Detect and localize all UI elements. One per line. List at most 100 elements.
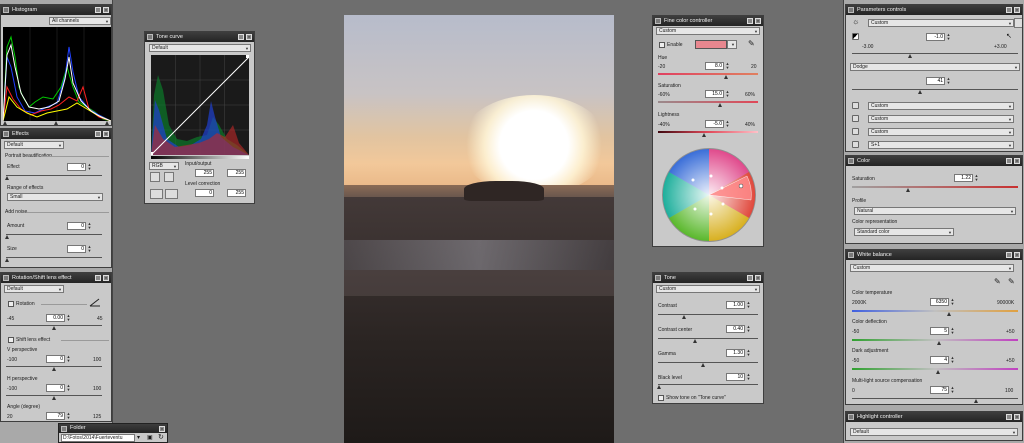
tone-curve-channel-select[interactable]: RGB bbox=[149, 162, 179, 170]
close-icon[interactable]: × bbox=[1014, 414, 1020, 420]
close-icon[interactable]: × bbox=[103, 131, 109, 137]
linear-curve-button[interactable] bbox=[150, 189, 163, 199]
effect-spinner[interactable]: ▲ ▼ bbox=[87, 163, 92, 171]
histogram-titlebar[interactable]: Histogram × bbox=[1, 5, 111, 15]
color-temperature-knob[interactable] bbox=[947, 312, 951, 316]
color-temperature-spinner[interactable]: ▲ ▼ bbox=[950, 298, 955, 306]
rotation-preset-select[interactable]: Default bbox=[4, 285, 64, 293]
exposure-spinner[interactable]: ▲ ▼ bbox=[946, 33, 951, 41]
effects-preset-select[interactable]: Default bbox=[4, 141, 64, 149]
effect-slider-knob[interactable] bbox=[5, 176, 9, 180]
size-input[interactable]: 0 bbox=[67, 245, 86, 253]
color-swatch-dropdown[interactable] bbox=[727, 40, 737, 49]
white-balance-preset-select[interactable]: Custom bbox=[850, 264, 1014, 272]
color-deflection-knob[interactable] bbox=[937, 341, 941, 345]
close-icon[interactable]: × bbox=[1014, 158, 1020, 164]
tone-preset-select[interactable]: Custom bbox=[656, 285, 760, 293]
effect-input[interactable]: 0 bbox=[67, 163, 86, 171]
dark-adjustment-slider[interactable] bbox=[852, 368, 1018, 370]
color-saturation-knob[interactable] bbox=[906, 188, 910, 192]
panel-menu-icon[interactable] bbox=[1006, 414, 1012, 420]
color-temperature-input[interactable]: 6350 bbox=[930, 298, 949, 306]
level-high-field[interactable]: 255 bbox=[227, 189, 246, 197]
color-deflection-input[interactable]: 5 bbox=[930, 327, 949, 335]
gamma-slider[interactable] bbox=[658, 362, 758, 363]
color-temperature-slider[interactable] bbox=[852, 310, 1018, 312]
exposure-slider-knob[interactable] bbox=[908, 54, 912, 58]
color-representation-select[interactable]: Standard color bbox=[854, 228, 954, 236]
dodge-slider-knob[interactable] bbox=[918, 90, 922, 94]
contrast-slider[interactable] bbox=[658, 314, 758, 315]
gamma-input[interactable]: 1.30 bbox=[726, 349, 745, 357]
h-perspective-spinner[interactable]: ▲ ▼ bbox=[66, 384, 71, 392]
white-point-eyedropper-icon[interactable]: ✎ bbox=[1008, 278, 1015, 286]
panel-menu-icon[interactable] bbox=[95, 275, 101, 281]
input-value-field[interactable]: 255 bbox=[195, 169, 214, 177]
gamma-slider-knob[interactable] bbox=[701, 363, 705, 367]
color-deflection-slider[interactable] bbox=[852, 339, 1018, 341]
histogram-slider[interactable] bbox=[1, 121, 111, 125]
lightness-spinner[interactable]: ▲ ▼ bbox=[725, 120, 730, 128]
rotation-titlebar[interactable]: Rotation/Shift lens effect × bbox=[1, 273, 111, 283]
contrast-center-slider[interactable] bbox=[658, 338, 758, 339]
panel-menu-icon[interactable] bbox=[747, 275, 753, 281]
histogram-mid-knob[interactable] bbox=[54, 121, 58, 125]
multi-light-slider[interactable] bbox=[852, 398, 1018, 399]
size-slider[interactable] bbox=[6, 257, 102, 258]
white-balance-titlebar[interactable]: White balance × bbox=[846, 250, 1022, 260]
rotation-checkbox[interactable] bbox=[8, 301, 14, 307]
refresh-icon[interactable]: ↻ bbox=[158, 434, 166, 442]
range-of-effects-select[interactable]: Small bbox=[7, 193, 103, 201]
exposure-slider[interactable] bbox=[852, 53, 1018, 54]
noise-reduction-select[interactable]: Custom bbox=[868, 128, 1014, 136]
exposure-input[interactable]: -1.0 bbox=[926, 33, 945, 41]
color-saturation-spinner[interactable]: ▲ ▼ bbox=[974, 174, 979, 182]
panel-menu-icon[interactable] bbox=[747, 18, 753, 24]
hue-input[interactable]: 8.0 bbox=[705, 62, 724, 70]
amount-input[interactable]: 0 bbox=[67, 222, 86, 230]
tone-titlebar[interactable]: Tone × bbox=[653, 273, 763, 283]
contrast-spinner[interactable]: ▲ ▼ bbox=[746, 301, 751, 309]
close-icon[interactable]: × bbox=[103, 7, 109, 13]
close-icon[interactable]: × bbox=[1014, 252, 1020, 258]
v-perspective-knob[interactable] bbox=[52, 367, 56, 371]
dodge-slider[interactable] bbox=[852, 89, 1018, 90]
contrast-input[interactable]: 1.00 bbox=[726, 301, 745, 309]
contrast-center-spinner[interactable]: ▲ ▼ bbox=[746, 325, 751, 333]
effects-titlebar[interactable]: Effects × bbox=[1, 129, 111, 139]
histogram-white-knob[interactable] bbox=[105, 121, 109, 125]
gray-point-eyedropper-icon[interactable]: ✎ bbox=[994, 278, 1001, 286]
close-icon[interactable]: × bbox=[755, 275, 761, 281]
rotation-input[interactable]: 0.00 bbox=[46, 314, 65, 322]
auto-adjust-button[interactable] bbox=[150, 172, 160, 182]
amount-spinner[interactable]: ▲ ▼ bbox=[87, 222, 92, 230]
exposure-pointer-icon[interactable]: ↖ bbox=[1006, 33, 1012, 41]
tone-curve-graph[interactable] bbox=[151, 55, 249, 155]
reset-curve-button[interactable] bbox=[165, 189, 178, 199]
effect-slider[interactable] bbox=[6, 175, 102, 176]
multi-light-spinner[interactable]: ▲ ▼ bbox=[950, 386, 955, 394]
hue-slider[interactable] bbox=[658, 73, 758, 75]
shift-lens-checkbox[interactable] bbox=[8, 337, 14, 343]
amount-slider-knob[interactable] bbox=[5, 235, 9, 239]
dark-adjustment-input[interactable]: 4 bbox=[930, 356, 949, 364]
histogram-black-knob[interactable] bbox=[3, 121, 7, 125]
minimize-icon[interactable] bbox=[95, 7, 101, 13]
rotation-spinner[interactable]: ▲ ▼ bbox=[66, 314, 71, 322]
panel-menu-icon[interactable] bbox=[1006, 7, 1012, 13]
saturation-input[interactable]: 15.0 bbox=[705, 90, 724, 98]
contrast-center-knob[interactable] bbox=[693, 339, 697, 343]
h-perspective-input[interactable]: 0 bbox=[46, 384, 65, 392]
parameters-titlebar[interactable]: Parameters controls × bbox=[846, 5, 1022, 15]
close-icon[interactable]: × bbox=[103, 275, 109, 281]
fine-color-preset-select[interactable]: Custom bbox=[656, 27, 760, 35]
lightness-input[interactable]: -5.0 bbox=[705, 120, 724, 128]
v-perspective-spinner[interactable]: ▲ ▼ bbox=[66, 355, 71, 363]
lightness-slider-knob[interactable] bbox=[702, 133, 706, 137]
panel-menu-icon[interactable] bbox=[238, 34, 244, 40]
level-low-field[interactable]: 0 bbox=[195, 189, 214, 197]
histogram-channel-select[interactable]: All channels bbox=[49, 17, 111, 25]
size-slider-knob[interactable] bbox=[5, 258, 9, 262]
dodge-select[interactable]: Dodge bbox=[850, 63, 1020, 71]
lightness-slider[interactable] bbox=[658, 131, 758, 133]
